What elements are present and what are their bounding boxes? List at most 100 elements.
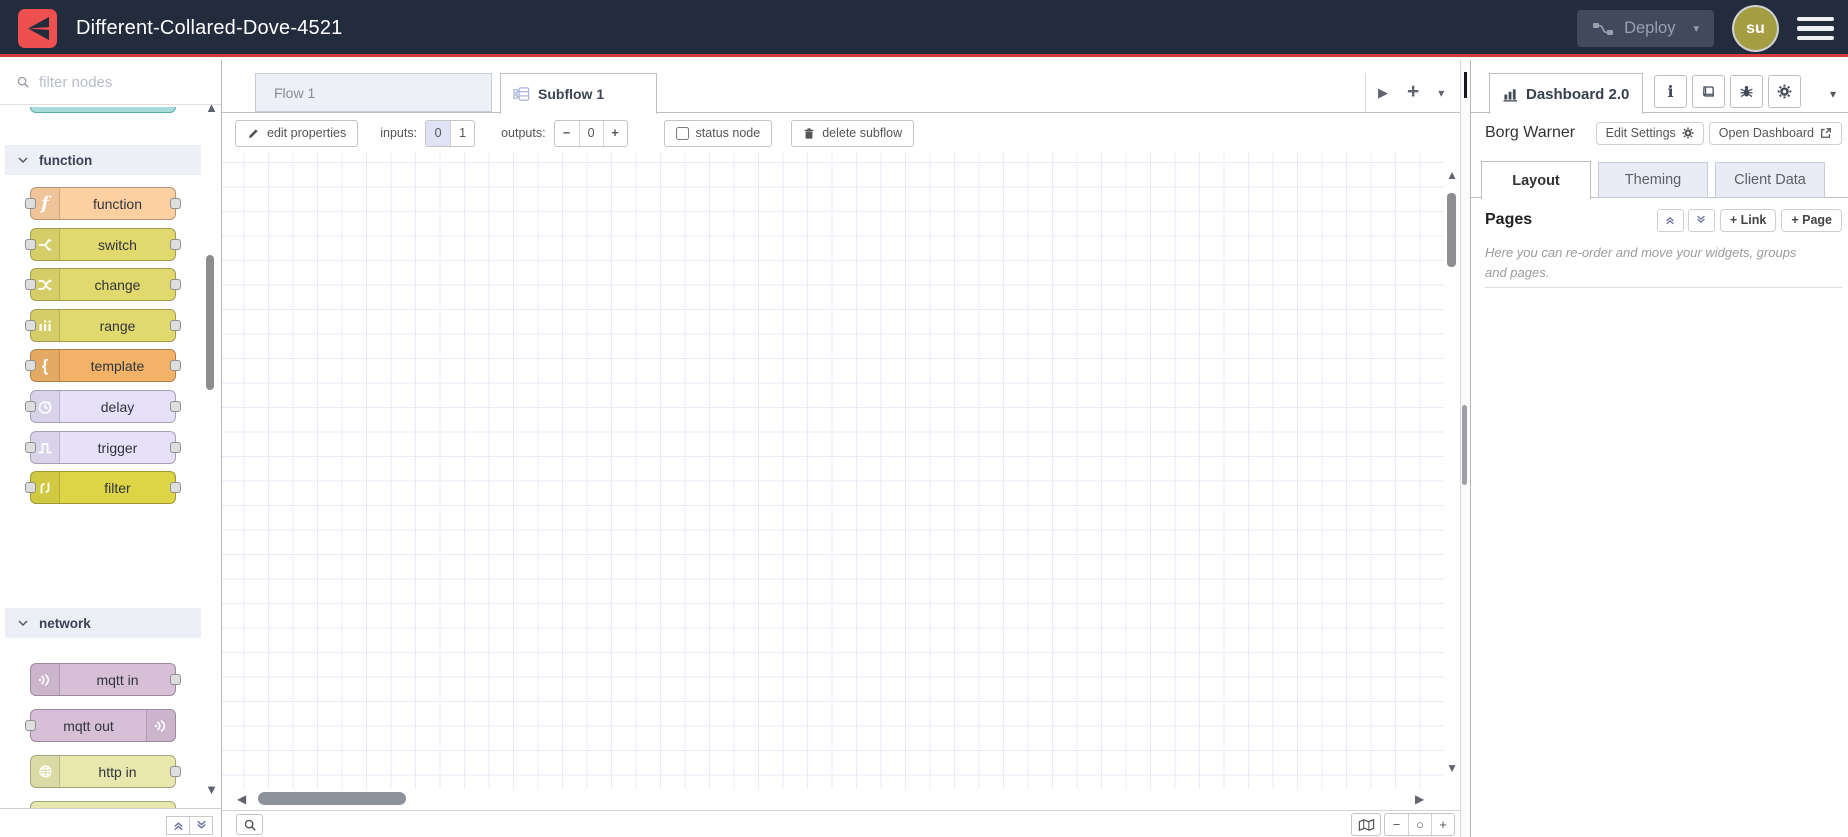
canvas-hscroll-thumb[interactable] <box>258 792 406 805</box>
deploy-caret-icon[interactable]: ▾ <box>1693 22 1699 35</box>
dashboard-instance-name: Borg Warner <box>1485 124 1576 141</box>
expand-all-categories-button[interactable] <box>189 816 213 835</box>
output-port <box>170 279 181 290</box>
book-button[interactable] <box>1692 75 1725 108</box>
palette-search-input[interactable]: filter nodes <box>0 60 221 105</box>
splitter-drag-handle[interactable] <box>1462 405 1467 485</box>
palette-node-function[interactable]: f function <box>25 187 181 220</box>
palette-node-change[interactable]: change <box>25 268 181 301</box>
tab-bar-controls: ▶ + ▾ <box>1365 73 1460 112</box>
palette-node-mqtt-in[interactable]: mqtt in <box>30 663 181 696</box>
zoom-in-button[interactable]: + <box>1431 814 1454 835</box>
tab-layout[interactable]: Layout <box>1481 161 1591 199</box>
mqtt-icon <box>31 664 60 695</box>
edit-settings-button[interactable]: Edit Settings <box>1595 121 1704 145</box>
palette-scroll-down-icon[interactable]: ▼ <box>205 782 218 797</box>
inputs-option-1[interactable]: 1 <box>450 120 474 146</box>
map-icon <box>1358 818 1375 832</box>
input-port <box>25 482 36 493</box>
deploy-button[interactable]: Deploy ▾ <box>1577 10 1714 47</box>
add-flow-button[interactable]: + <box>1407 81 1419 102</box>
flow-tab-flow-1[interactable]: Flow 1 <box>255 73 492 112</box>
zoom-reset-button[interactable]: ○ <box>1408 814 1431 835</box>
flowfuse-logo-icon <box>18 9 57 48</box>
status-node-toggle[interactable]: status node <box>663 119 773 147</box>
outputs-increment-button[interactable]: + <box>602 120 627 146</box>
pages-help-text: Here you can re-order and move your widg… <box>1485 245 1797 281</box>
partial-node[interactable] <box>30 801 176 808</box>
chevron-down-icon <box>18 620 28 626</box>
collapse-all-categories-button[interactable] <box>166 816 190 835</box>
header: Different-Collared-Dove-4521 Deploy ▾ su <box>0 0 1848 57</box>
input-port <box>25 401 36 412</box>
sidebar-menu-caret-icon[interactable]: ▾ <box>1830 87 1836 101</box>
inputs-option-0[interactable]: 0 <box>426 120 451 146</box>
node-label: delay <box>100 398 135 415</box>
bug-button[interactable] <box>1730 75 1763 108</box>
gear-icon <box>1682 127 1694 139</box>
move-up-button[interactable] <box>1656 208 1684 232</box>
canvas-search-button[interactable] <box>236 814 263 835</box>
tab-dashboard-2[interactable]: Dashboard 2.0 <box>1489 73 1644 114</box>
partial-node[interactable] <box>30 107 176 113</box>
palette-node-range[interactable]: range <box>25 309 181 342</box>
flow-canvas[interactable]: ▲ ▼ ◀ ▶ <box>222 153 1460 810</box>
node-palette: filter nodes ▲ ▼ function f function switch… <box>0 60 222 837</box>
palette-scrollbar-thumb[interactable] <box>206 255 214 390</box>
node-label: range <box>99 317 136 334</box>
tab-client-data[interactable]: Client Data <box>1715 162 1825 198</box>
sidebar-tab-bar: Dashboard 2.0 i ▾ <box>1471 60 1848 114</box>
canvas-vscroll-thumb[interactable] <box>1447 193 1456 267</box>
gear-icon <box>1777 84 1792 99</box>
canvas-scroll-right-icon[interactable]: ▶ <box>1415 792 1424 806</box>
subflow-outputs-control: − 0 + <box>553 119 628 147</box>
palette-node-http-in[interactable]: http in <box>30 755 181 788</box>
gear-button[interactable] <box>1768 75 1801 108</box>
palette-scroll-up-icon[interactable]: ▲ <box>205 100 218 115</box>
info-button[interactable]: i <box>1654 75 1687 108</box>
zoom-controls: − ○ + <box>1384 813 1455 836</box>
canvas-scroll-up-icon[interactable]: ▲ <box>1446 168 1458 182</box>
tab-theming[interactable]: Theming <box>1598 162 1708 198</box>
delete-subflow-button[interactable]: delete subflow <box>791 119 915 147</box>
palette-node-mqtt-out[interactable]: mqtt out <box>25 709 176 742</box>
output-port <box>170 482 181 493</box>
node-label: mqtt out <box>63 717 114 734</box>
move-down-button[interactable] <box>1687 208 1715 232</box>
tab-label: Subflow 1 <box>538 86 605 102</box>
palette-node-filter[interactable]: filter <box>25 471 181 504</box>
search-icon <box>16 75 30 89</box>
output-port <box>170 198 181 209</box>
canvas-scroll-left-icon[interactable]: ◀ <box>237 792 246 806</box>
flow-tab-subflow-1[interactable]: Subflow 1 <box>500 73 657 114</box>
add-page-button[interactable]: + Page <box>1781 208 1842 232</box>
palette-category-function[interactable]: function <box>5 145 201 175</box>
add-link-button[interactable]: + Link <box>1719 208 1777 232</box>
input-port <box>25 279 36 290</box>
trash-icon <box>803 127 815 140</box>
open-dashboard-button[interactable]: Open Dashboard <box>1708 121 1842 145</box>
bug-icon <box>1739 84 1754 99</box>
status-node-checkbox[interactable] <box>675 126 689 140</box>
zoom-out-button[interactable]: − <box>1385 814 1408 835</box>
bar-chart-icon <box>1503 87 1518 102</box>
edit-properties-button[interactable]: edit properties <box>235 119 359 147</box>
palette-node-trigger[interactable]: trigger <box>25 431 181 464</box>
palette-node-switch[interactable]: switch <box>25 228 181 261</box>
main-menu-button[interactable] <box>1797 13 1834 45</box>
workspace: Subflow 1 Flow 1 ▶ + ▾ edit properties in… <box>222 60 1460 837</box>
palette-node-delay[interactable]: delay <box>25 390 181 423</box>
minimap-toggle-button[interactable] <box>1351 813 1381 836</box>
deploy-label: Deploy <box>1624 19 1676 37</box>
pages-section-header: Pages + Link + Page <box>1471 198 1848 242</box>
user-avatar[interactable]: su <box>1734 7 1777 50</box>
tab-scroll-right-icon[interactable]: ▶ <box>1378 85 1388 101</box>
palette-category-network[interactable]: network <box>5 608 201 638</box>
node-label: function <box>92 195 143 212</box>
palette-node-template[interactable]: {template <box>25 349 181 382</box>
chevron-down-icon <box>18 157 28 163</box>
canvas-scroll-down-icon[interactable]: ▼ <box>1446 761 1458 775</box>
category-label: network <box>39 615 91 631</box>
flow-list-caret-icon[interactable]: ▾ <box>1438 86 1444 100</box>
outputs-decrement-button[interactable]: − <box>555 121 579 146</box>
